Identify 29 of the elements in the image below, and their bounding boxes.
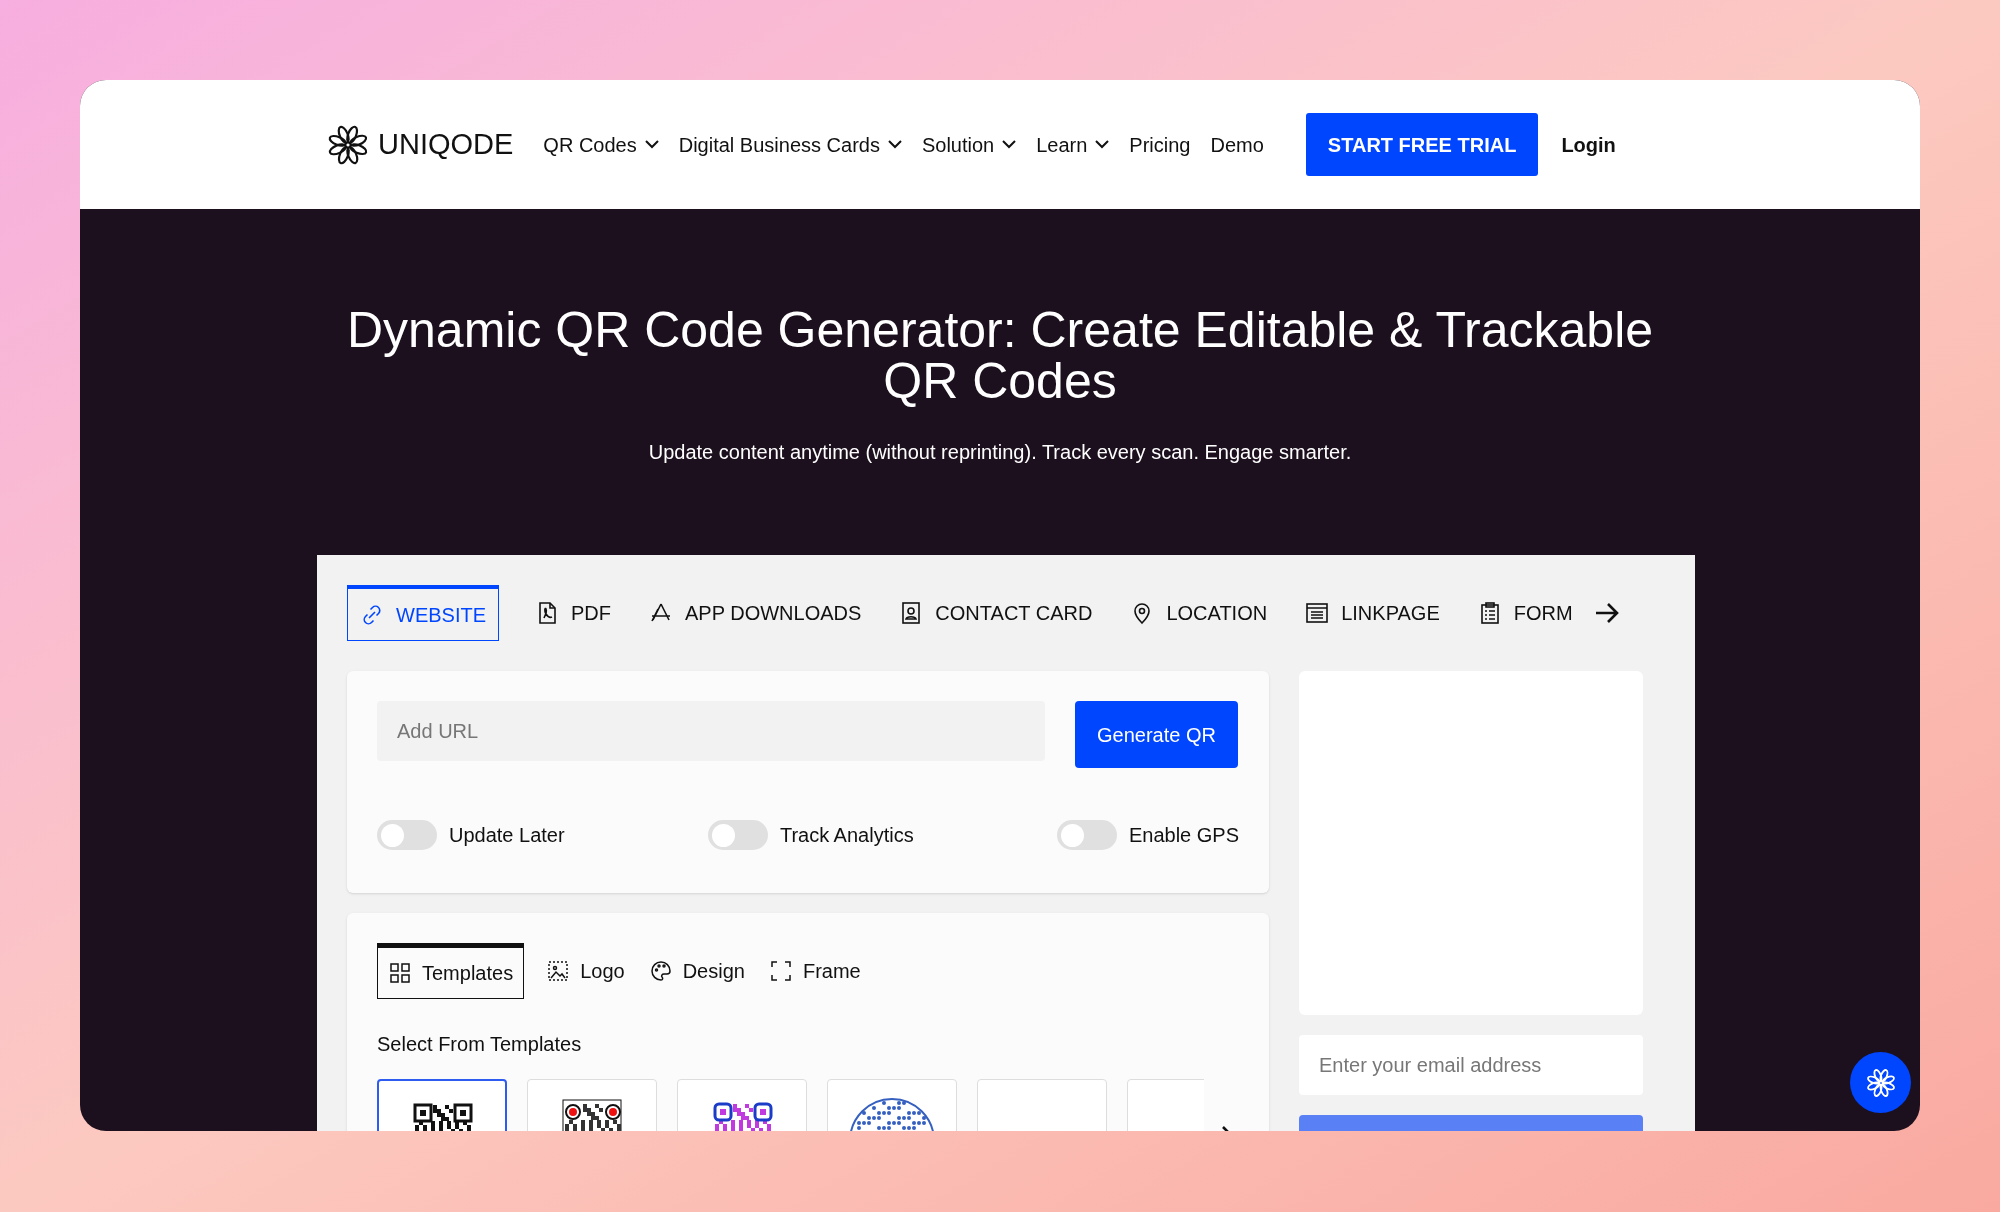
toggle-label: Enable GPS xyxy=(1128,823,1239,848)
url-input-field[interactable]: Add URL xyxy=(377,701,1045,761)
nav-link[interactable]: Solution xyxy=(921,129,1017,160)
design-tab[interactable]: Design xyxy=(646,943,747,999)
qr-type-tab[interactable]: APP DOWNLOADS xyxy=(647,585,864,641)
uniqode-logo[interactable]: UNIQODE xyxy=(326,122,514,167)
login-link[interactable]: Login xyxy=(1561,129,1616,160)
design-tab[interactable]: Templates xyxy=(377,943,525,999)
hero-title: Dynamic QR Code Generator: Create Editable & Trackable QR Codes xyxy=(345,305,1655,407)
toggle-label: Update Later xyxy=(449,823,565,848)
qr-type-tab[interactable]: LINKPAGE xyxy=(1303,585,1442,641)
nav-link[interactable]: Pricing xyxy=(1129,129,1191,160)
templates-heading: Select From Templates xyxy=(377,1032,583,1057)
toggle-label: Track Analytics xyxy=(779,823,914,848)
qr-type-tab[interactable]: PDF xyxy=(533,585,613,641)
email-input-field[interactable]: Enter your email address xyxy=(1299,1035,1643,1095)
design-tab[interactable]: Frame xyxy=(766,943,863,999)
generate-qr-button[interactable]: Generate QR xyxy=(1075,701,1238,768)
hero-subtitle: Update content anytime (without reprinting). Track every scan. Engage smarter. xyxy=(648,440,1352,465)
nav-link[interactable]: QR Codes xyxy=(543,129,659,160)
qr-type-tab[interactable]: LOCATION xyxy=(1128,585,1270,641)
nav-link[interactable]: Learn xyxy=(1036,129,1110,160)
design-tab[interactable]: Logo xyxy=(544,943,627,999)
nav-link[interactable]: Digital Business Cards xyxy=(678,129,902,160)
nav-link[interactable]: Demo xyxy=(1210,129,1264,160)
qr-type-tab[interactable]: FORM xyxy=(1475,585,1575,641)
qr-type-tab[interactable]: CONTACT CARD xyxy=(897,585,1095,641)
qr-type-tab[interactable]: WEBSITE xyxy=(347,585,499,641)
start-free-trial-button[interactable]: START FREE TRIAL xyxy=(1305,113,1539,176)
